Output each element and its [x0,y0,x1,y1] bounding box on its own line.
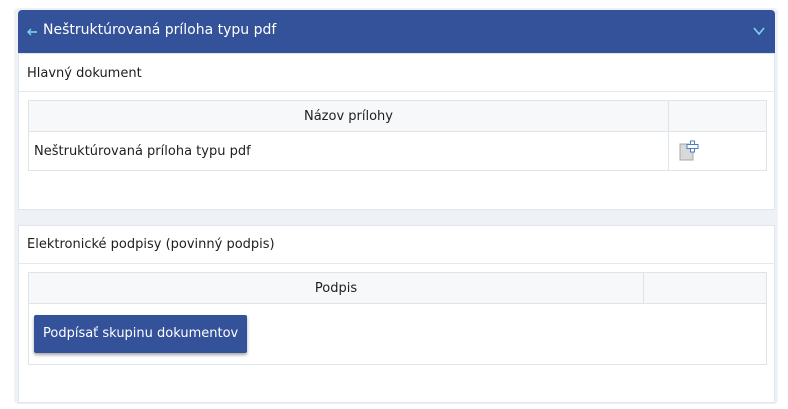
left-arrow-icon[interactable] [27,28,38,36]
attachments-table: Názov prílohy Neštruktúrovaná príloha ty… [28,100,767,171]
attachment-header[interactable]: Neštruktúrovaná príloha typu pdf [18,10,775,53]
sign-button-cell: Podpísať skupinu dokumentov [28,303,767,365]
signatures-table: Podpis Podpísať skupinu dokumentov [28,272,767,365]
column-header-empty [643,272,767,304]
main-document-panel: Hlavný dokument Názov prílohy Neštruktúr… [18,53,775,210]
main-document-label: Hlavný dokument [27,66,142,81]
section-divider [19,263,774,264]
chevron-down-icon[interactable] [753,26,765,36]
column-header-signature: Podpis [28,272,644,304]
table-header-row: Názov prílohy [28,100,767,132]
attachment-action-cell [668,131,767,171]
table-row: Neštruktúrovaná príloha typu pdf [28,131,767,171]
table-header-row: Podpis [28,272,767,304]
add-document-icon[interactable] [678,140,700,162]
section-divider [19,91,774,92]
signatures-panel: Elektronické podpisy (povinný podpis) Po… [18,225,775,403]
attachment-name-cell: Neštruktúrovaná príloha typu pdf [28,131,669,171]
column-header-name: Názov prílohy [28,100,669,132]
attachment-title: Neštruktúrovaná príloha typu pdf [43,22,277,38]
table-row: Podpísať skupinu dokumentov [28,303,767,365]
sign-documents-button[interactable]: Podpísať skupinu dokumentov [34,315,248,353]
signatures-label: Elektronické podpisy (povinný podpis) [27,237,275,252]
column-header-action [668,100,767,132]
